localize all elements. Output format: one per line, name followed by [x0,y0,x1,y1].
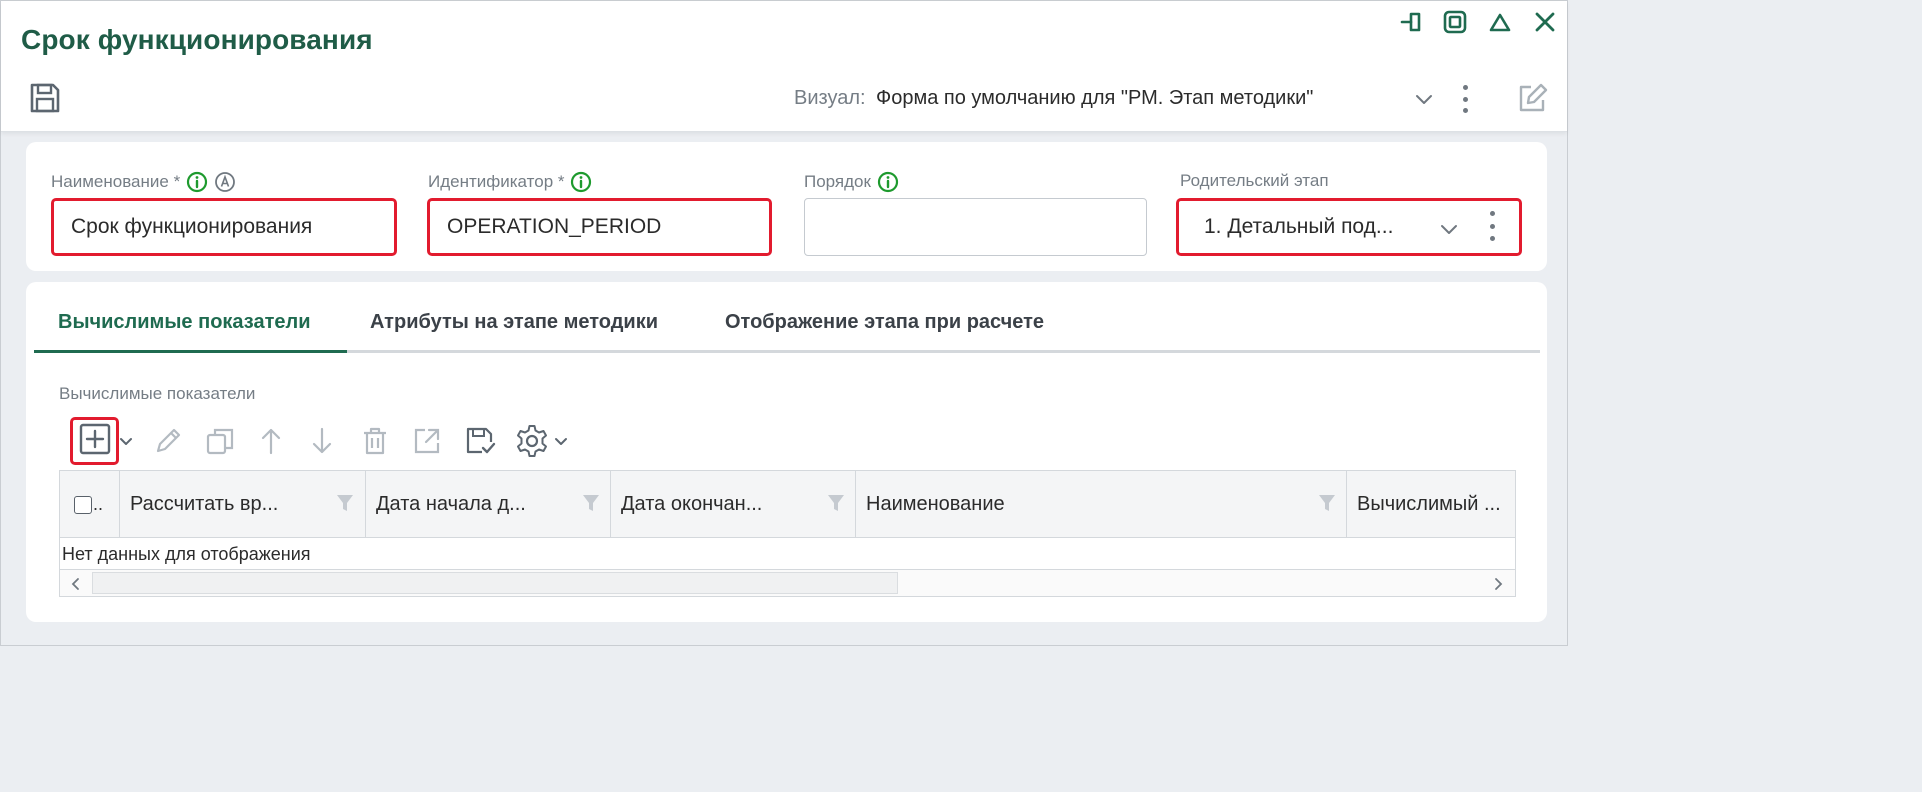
floppy-disk-icon [28,81,62,120]
scrollbar-thumb[interactable] [92,572,898,594]
scroll-right-icon[interactable] [1488,574,1508,594]
add-icon [79,423,111,460]
column-header-label: Дата начала д... [376,493,526,515]
collapse-icon[interactable] [1485,7,1515,37]
name-label: Наименование * [51,171,236,193]
name-label-text: Наименование * [51,172,181,191]
parent-stage-label: Родительский этап [1180,171,1329,191]
save-button[interactable] [25,81,65,119]
identifier-field[interactable]: OPERATION_PERIOD [427,198,772,256]
filter-icon[interactable] [1318,493,1336,513]
restore-icon[interactable] [1440,7,1470,37]
section-label: Вычислимые показатели [59,384,256,403]
column-header[interactable]: Дата начала д... [366,471,611,538]
more-options-icon[interactable] [1487,211,1497,241]
save-icon[interactable] [460,420,500,462]
tab-stage-display[interactable]: Отображение этапа при расчете [725,311,1044,334]
more-options-icon[interactable] [1460,85,1470,113]
move-up-icon[interactable] [251,420,291,462]
scroll-left-icon[interactable] [66,574,86,594]
chevron-down-icon[interactable] [1437,217,1461,241]
column-header-label: Вычислимый ... [1357,493,1501,515]
settings-chevron-icon[interactable] [549,420,573,462]
copy-icon[interactable] [200,420,240,462]
filter-icon[interactable] [336,493,354,513]
add-menu-chevron-icon[interactable] [116,420,136,462]
visual-label: Визуал: [794,87,866,109]
name-field[interactable]: Срок функционирования [51,198,397,256]
parent-stage-label-text: Родительский этап [1180,171,1329,190]
active-tab-indicator [34,350,347,353]
identifier-label: Идентификатор * [428,171,592,193]
info-icon[interactable] [570,171,592,193]
empty-grid-message: Нет данных для отображения [62,544,311,564]
delete-icon[interactable] [355,420,395,462]
identifier-label-text: Идентификатор * [428,172,565,191]
tab-computable-indicators[interactable]: Вычислимые показатели [58,311,311,334]
select-all-checkbox[interactable] [74,495,92,514]
parent-stage-value: 1. Детальный под... [1204,215,1394,238]
edit-form-button[interactable] [1512,81,1552,119]
chevron-down-icon[interactable] [1412,87,1436,111]
horizontal-scrollbar[interactable] [60,569,1515,596]
localization-icon[interactable] [214,171,236,193]
close-icon[interactable] [1530,7,1560,37]
select-all-ellipsis: .. [93,494,104,514]
edit-icon[interactable] [148,420,188,462]
parent-stage-select[interactable]: 1. Детальный под... [1176,198,1522,256]
grid-header: .. Рассчитать вр... Дата начала д... Дат… [60,471,1515,538]
pin-icon[interactable] [1397,7,1427,37]
column-header-label: Дата окончан... [621,493,763,515]
filter-icon[interactable] [827,493,845,513]
add-button[interactable] [70,417,119,465]
move-down-icon[interactable] [302,420,342,462]
info-icon[interactable] [877,171,899,193]
open-icon[interactable] [407,420,447,462]
form-header: Срок функционирования Визуал: Форма по у… [1,1,1567,132]
data-grid: .. Рассчитать вр... Дата начала д... Дат… [59,470,1516,597]
column-header[interactable]: Вычислимый ... [1347,471,1515,538]
column-header-label: Рассчитать вр... [130,493,279,515]
order-label: Порядок [804,171,899,193]
column-header[interactable]: Дата окончан... [611,471,856,538]
order-label-text: Порядок [804,172,871,191]
order-field[interactable] [804,198,1147,256]
column-header[interactable]: Рассчитать вр... [120,471,366,538]
edit-pencil-icon [1515,81,1549,120]
select-all-column[interactable]: .. [60,471,120,538]
filter-icon[interactable] [582,493,600,513]
tab-stage-attributes[interactable]: Атрибуты на этапе методики [370,311,658,334]
settings-icon[interactable] [512,420,552,462]
info-icon[interactable] [186,171,208,193]
visual-selector[interactable]: Форма по умолчанию для "РМ. Этап методик… [876,87,1313,110]
column-header[interactable]: Наименование [856,471,1347,538]
page-title: Срок функционирования [21,24,373,55]
column-header-label: Наименование [866,493,1005,515]
